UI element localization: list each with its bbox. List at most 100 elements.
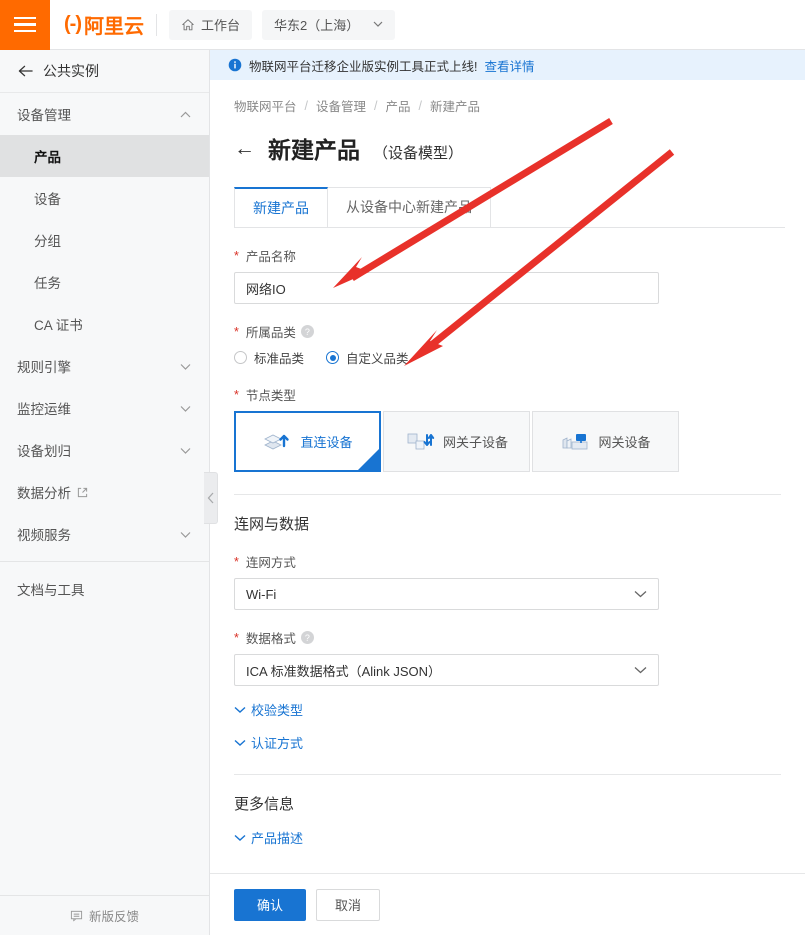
breadcrumb-item-iot-platform[interactable]: 物联网平台 — [234, 96, 297, 115]
confirm-button[interactable]: 确认 — [234, 889, 306, 921]
node-type-card-gateway-subdevice[interactable]: 网关子设备 — [383, 411, 530, 472]
data-format-select[interactable]: ICA 标准数据格式（Alink JSON） — [234, 654, 659, 686]
product-name-label: * 产品名称 — [234, 246, 785, 265]
collapse-link-label: 认证方式 — [251, 733, 303, 752]
help-icon[interactable]: ? — [301, 631, 314, 644]
field-connect-method: * 连网方式 Wi-Fi — [234, 552, 785, 610]
aliyun-logo-text: 阿里云 — [84, 10, 144, 39]
sidebar-group-label: 规则引擎 — [17, 356, 71, 376]
banner-text: 物联网平台迁移企业版实例工具正式上线! — [249, 56, 477, 75]
sidebar-collapse-handle[interactable] — [204, 472, 218, 524]
hamburger-icon[interactable] — [0, 0, 50, 50]
category-radio-group: 标准品类 自定义品类 — [234, 348, 785, 367]
card-selected-check — [358, 449, 379, 470]
help-icon[interactable]: ? — [301, 325, 314, 338]
sidebar-item-docs-tools[interactable]: 文档与工具 — [0, 568, 209, 610]
cubes-updown-icon — [405, 428, 435, 456]
collapse-link-label: 校验类型 — [251, 700, 303, 719]
chevron-up-icon — [180, 111, 191, 118]
sidebar-group-monitoring-ops[interactable]: 监控运维 — [0, 387, 209, 429]
breadcrumb-item-products[interactable]: 产品 — [386, 96, 411, 115]
region-label: 华东2（上海） — [274, 15, 359, 34]
sidebar-item-label: 数据分析 — [17, 482, 71, 502]
radio-label: 自定义品类 — [346, 348, 409, 367]
region-selector[interactable]: 华东2（上海） — [262, 10, 395, 40]
chevron-down-icon — [234, 834, 246, 842]
radio-standard-category[interactable]: 标准品类 — [234, 348, 304, 367]
feedback-button[interactable]: 新版反馈 — [0, 895, 209, 935]
announcement-banner: 物联网平台迁移企业版实例工具正式上线! 查看详情 — [210, 50, 805, 80]
page-title-text: 新建产品 — [268, 131, 360, 165]
sidebar-back-public-instance[interactable]: 公共实例 — [0, 50, 209, 93]
sidebar-item-label: 设备 — [34, 188, 61, 208]
breadcrumb: 物联网平台 / 设备管理 / 产品 / 新建产品 — [230, 80, 785, 115]
feedback-label: 新版反馈 — [89, 906, 139, 925]
label-text: 所属品类 — [246, 322, 296, 341]
field-node-type: * 节点类型 直连设备 — [234, 385, 785, 472]
tab-label: 新建产品 — [253, 200, 309, 216]
sidebar-group-device-management[interactable]: 设备管理 — [0, 93, 209, 135]
tab-new-product[interactable]: 新建产品 — [234, 187, 328, 227]
content-area: 物联网平台 / 设备管理 / 产品 / 新建产品 ← 新建产品 （设备模型） 新… — [210, 80, 805, 847]
required-marker: * — [234, 631, 239, 645]
collapse-link-validation-type[interactable]: 校验类型 — [234, 700, 785, 719]
sidebar-item-tasks[interactable]: 任务 — [0, 261, 209, 303]
check-icon — [366, 446, 379, 457]
field-data-format: * 数据格式 ? ICA 标准数据格式（Alink JSON） — [234, 628, 785, 686]
radio-custom-category[interactable]: 自定义品类 — [326, 348, 409, 367]
tab-new-product-from-device-center[interactable]: 从设备中心新建产品 — [327, 187, 491, 227]
connect-method-select[interactable]: Wi-Fi — [234, 578, 659, 610]
label-text: 产品名称 — [246, 246, 296, 265]
radio-indicator — [234, 351, 247, 364]
banner-detail-link[interactable]: 查看详情 — [484, 56, 534, 75]
field-category: * 所属品类 ? 标准品类 自定义品类 — [234, 322, 785, 367]
sidebar-group-video-service[interactable]: 视频服务 — [0, 513, 209, 555]
sidebar-item-data-analysis[interactable]: 数据分析 — [0, 471, 209, 513]
product-name-input[interactable] — [234, 272, 659, 304]
breadcrumb-item-device-management[interactable]: 设备管理 — [316, 96, 366, 115]
sidebar-item-groups[interactable]: 分组 — [0, 219, 209, 261]
external-link-icon — [77, 487, 88, 498]
sidebar-group-device-assignment[interactable]: 设备划归 — [0, 429, 209, 471]
collapse-link-product-description[interactable]: 产品描述 — [234, 828, 785, 847]
chevron-down-icon — [180, 531, 191, 538]
cancel-button[interactable]: 取消 — [316, 889, 380, 921]
workbench-label: 工作台 — [201, 15, 240, 34]
sidebar-item-ca-certificates[interactable]: CA 证书 — [0, 303, 209, 345]
chevron-down-icon — [234, 706, 246, 714]
sidebar-item-label: CA 证书 — [34, 314, 83, 334]
sidebar-divider — [0, 561, 209, 562]
page-back-button[interactable]: ← — [234, 138, 255, 159]
sidebar-group-label: 监控运维 — [17, 398, 71, 418]
required-marker: * — [234, 325, 239, 339]
workbench-button[interactable]: 工作台 — [169, 10, 252, 40]
sidebar-group-label: 视频服务 — [17, 524, 71, 544]
top-header: (-) 阿里云 工作台 华东2（上海） — [0, 0, 805, 50]
breadcrumb-item-new-product: 新建产品 — [430, 96, 480, 115]
card-label: 网关子设备 — [443, 432, 508, 451]
collapse-link-label: 产品描述 — [251, 828, 303, 847]
breadcrumb-separator: / — [305, 99, 308, 113]
sidebar-item-products[interactable]: 产品 — [0, 135, 209, 177]
page-title: ← 新建产品 （设备模型） — [230, 115, 785, 165]
aliyun-logo[interactable]: (-) 阿里云 — [64, 10, 144, 39]
section-divider — [234, 494, 781, 495]
node-type-card-group: 直连设备 网关 — [234, 411, 785, 472]
node-type-card-gateway-device[interactable]: 网关设备 — [532, 411, 679, 472]
sidebar-item-devices[interactable]: 设备 — [0, 177, 209, 219]
sidebar: 公共实例 设备管理 产品 设备 分组 任务 CA 证书 规则引擎 — [0, 50, 210, 935]
main-panel: 物联网平台迁移企业版实例工具正式上线! 查看详情 物联网平台 / 设备管理 / … — [210, 50, 805, 935]
sidebar-item-label: 产品 — [34, 146, 61, 166]
page-root: (-) 阿里云 工作台 华东2（上海） 公共实例 设备管理 — [0, 0, 805, 935]
collapse-link-auth-method[interactable]: 认证方式 — [234, 733, 785, 752]
card-label: 网关设备 — [598, 432, 650, 451]
chevron-down-icon — [180, 405, 191, 412]
node-type-card-direct-device[interactable]: 直连设备 — [234, 411, 381, 472]
home-icon — [181, 18, 195, 32]
form-footer: 确认 取消 — [210, 873, 805, 935]
sidebar-item-label: 任务 — [34, 272, 61, 292]
sidebar-group-rule-engine[interactable]: 规则引擎 — [0, 345, 209, 387]
field-product-name: * 产品名称 — [234, 246, 785, 304]
tab-label: 从设备中心新建产品 — [346, 199, 472, 215]
sidebar-back-label: 公共实例 — [43, 61, 99, 81]
